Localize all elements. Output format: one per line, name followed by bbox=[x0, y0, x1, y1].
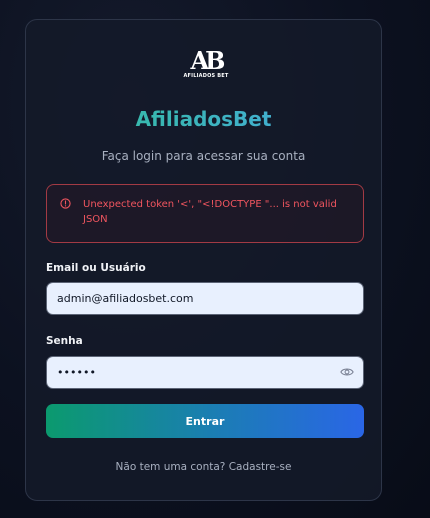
email-label: Email ou Usuário bbox=[46, 262, 146, 274]
brand-logo-letters: AB bbox=[190, 46, 226, 75]
password-label: Senha bbox=[46, 335, 83, 347]
email-field[interactable] bbox=[46, 282, 364, 315]
login-subtitle: Faça login para acessar sua conta bbox=[101, 149, 306, 163]
brand-logo: AB AFILIADOS BET bbox=[183, 46, 228, 80]
app-title: AfiliadosBet bbox=[26, 107, 381, 131]
login-card: AB AFILIADOS BET AfiliadosBet Faça login… bbox=[25, 19, 382, 501]
password-field[interactable] bbox=[46, 356, 364, 389]
signup-link[interactable]: Não tem uma conta? Cadastre-se bbox=[26, 461, 381, 473]
error-alert: Unexpected token '<', "<!DOCTYPE "... is… bbox=[46, 184, 364, 243]
brand-logo-subtext: AFILIADOS BET bbox=[183, 73, 229, 79]
login-button[interactable]: Entrar bbox=[46, 404, 364, 438]
alert-circle-icon bbox=[60, 198, 71, 209]
error-message: Unexpected token '<', "<!DOCTYPE "... is… bbox=[83, 199, 337, 225]
eye-icon[interactable] bbox=[340, 366, 354, 378]
